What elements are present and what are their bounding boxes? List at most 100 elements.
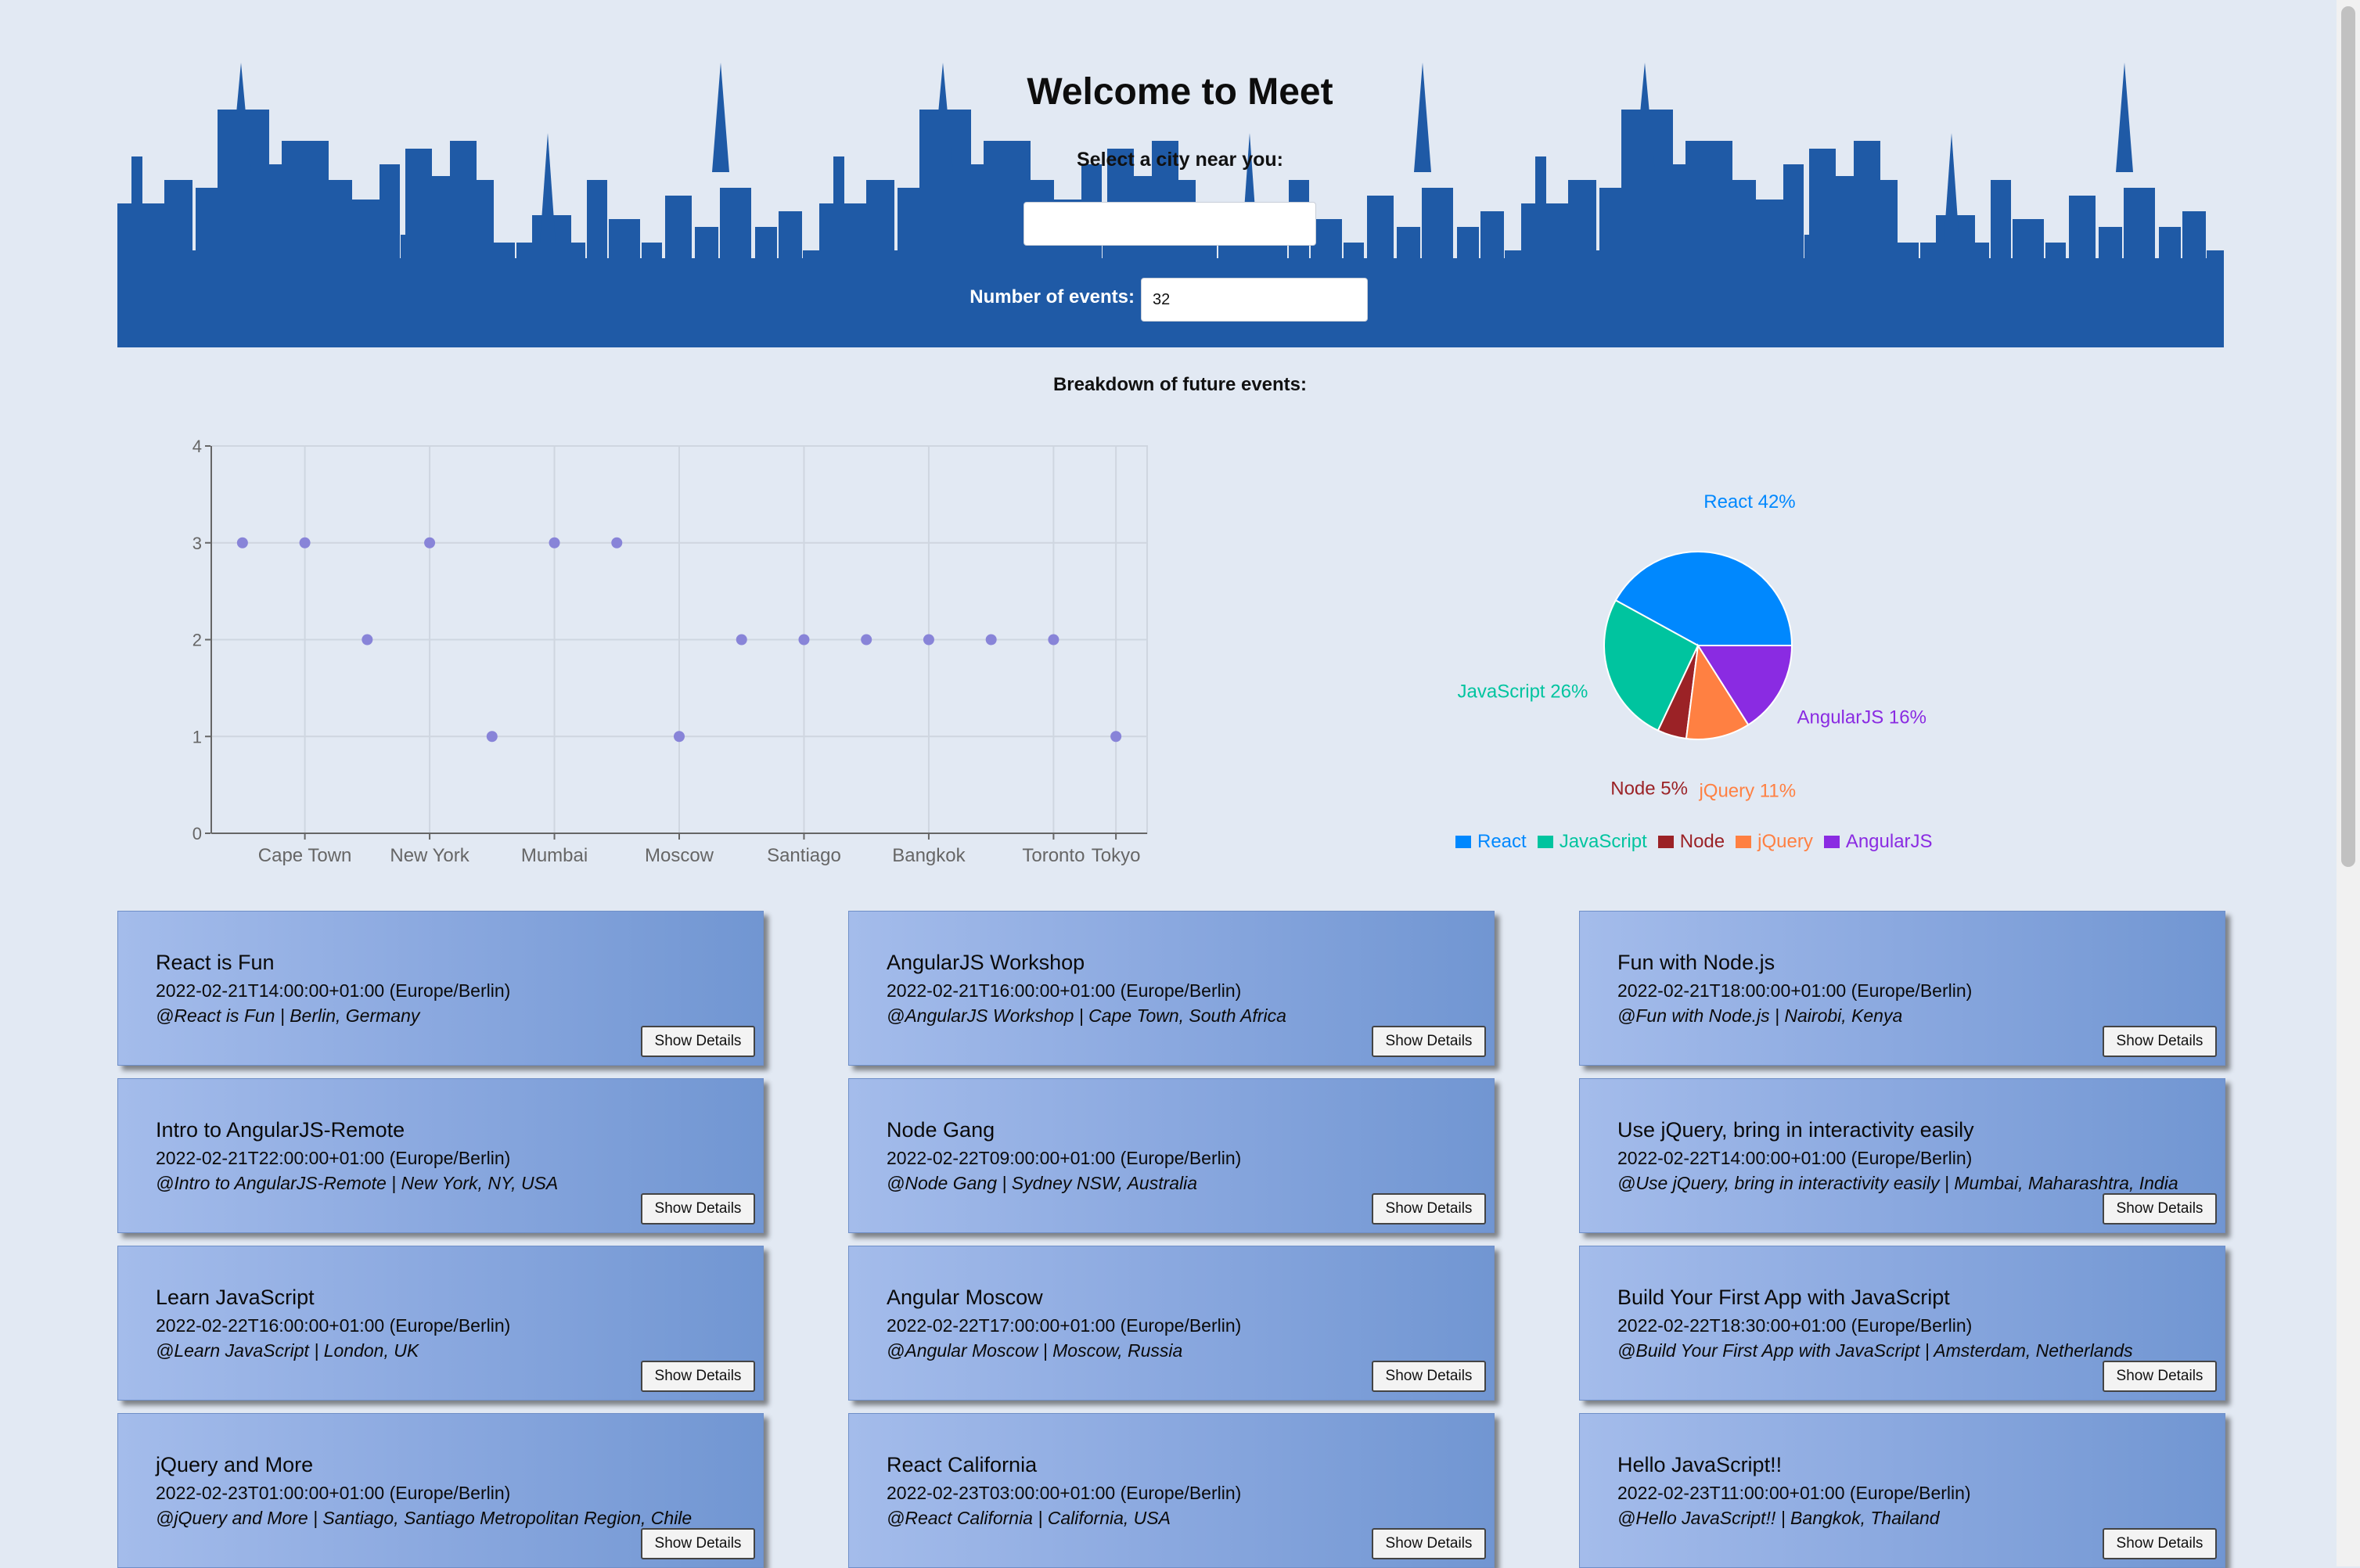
event-card: Node Gang 2022-02-22T09:00:00+01:00 (Euro…	[848, 1078, 1495, 1233]
legend-swatch	[1736, 836, 1752, 848]
x-tick-label: Cape Town	[258, 845, 352, 866]
scatter-point-santiago[interactable]	[798, 634, 810, 646]
event-card: Build Your First App with JavaScript 2022…	[1579, 1246, 2225, 1401]
event-time: 2022-02-21T18:00:00+01:00 (Europe/Berlin…	[1617, 980, 1973, 1001]
event-time: 2022-02-22T18:30:00+01:00 (Europe/Berlin…	[1617, 1315, 1973, 1336]
skyline-building	[2045, 243, 2066, 347]
show-details-button[interactable]: Show Details	[2103, 1361, 2217, 1392]
skyline-tower	[1107, 149, 1134, 347]
event-card: jQuery and More 2022-02-23T01:00:00+01:00…	[117, 1413, 764, 1568]
skyline-tower	[405, 149, 432, 347]
skyline-building	[779, 211, 802, 347]
skyline-building	[1897, 243, 1919, 347]
skyline-building	[1659, 164, 1685, 347]
event-time: 2022-02-23T11:00:00+01:00 (Europe/Berlin…	[1617, 1483, 1971, 1503]
city-search-input[interactable]	[1024, 202, 1316, 246]
skyline-tower	[1621, 110, 1653, 347]
legend-item-javascript: JavaScript	[1537, 831, 1647, 853]
y-tick-label: 2	[192, 631, 202, 650]
legend-swatch	[1537, 836, 1553, 848]
skyline-building	[1920, 243, 1936, 347]
scatter-point-cape-town[interactable]	[299, 537, 311, 548]
show-details-button[interactable]: Show Details	[2103, 1528, 2217, 1559]
scatter-point-berlin[interactable]	[236, 537, 248, 548]
show-details-button[interactable]: Show Details	[641, 1026, 755, 1057]
event-title: Node Gang	[887, 1118, 995, 1142]
y-tick-label: 1	[192, 727, 202, 746]
y-tick-label: 0	[192, 824, 202, 843]
event-card: Angular Moscow 2022-02-22T17:00:00+01:00 …	[848, 1246, 1495, 1401]
skyline-building	[833, 156, 844, 347]
skyline-building	[516, 243, 532, 347]
y-tick-label: 4	[192, 437, 202, 456]
skyline-building	[352, 200, 383, 347]
scatter-point-toronto[interactable]	[1048, 634, 1059, 646]
event-location: @jQuery and More | Santiago, Santiago Me…	[156, 1508, 693, 1528]
scatter-point-amsterdam[interactable]	[736, 634, 747, 646]
scatter-point-london[interactable]	[611, 537, 623, 548]
scatter-point-lisbon[interactable]	[985, 634, 997, 646]
skyline-building	[2069, 196, 2096, 347]
skyline-building	[1783, 164, 1804, 347]
scrollbar-thumb[interactable]	[2341, 6, 2355, 867]
scatter-point-mumbai[interactable]	[549, 537, 560, 548]
legend-swatch	[1657, 836, 1674, 848]
event-time: 2022-02-23T03:00:00+01:00 (Europe/Berlin…	[887, 1483, 1242, 1503]
show-details-button[interactable]: Show Details	[2103, 1026, 2217, 1057]
x-tick-label: New York	[390, 845, 469, 866]
show-details-button[interactable]: Show Details	[1372, 1528, 1486, 1559]
scatter-point-new-york[interactable]	[424, 537, 436, 548]
skyline-building	[473, 180, 494, 347]
skyline-tower	[1809, 149, 1836, 347]
show-details-button[interactable]: Show Details	[1372, 1193, 1486, 1225]
event-time: 2022-02-21T22:00:00+01:00 (Europe/Berlin…	[156, 1148, 511, 1168]
skyline-tower	[218, 110, 249, 347]
skyline-building	[571, 243, 585, 347]
scatter-point-sydney[interactable]	[486, 731, 498, 743]
legend-label: JavaScript	[1559, 831, 1647, 852]
pie-label-node: Node 5%	[1610, 778, 1688, 799]
event-card: React is Fun 2022-02-21T14:00:00+01:00 (E…	[117, 911, 764, 1066]
skyline-building	[609, 219, 640, 347]
event-title: AngularJS Workshop	[887, 951, 1085, 974]
event-title: Hello JavaScript!!	[1617, 1453, 1783, 1476]
show-details-button[interactable]: Show Details	[641, 1193, 755, 1225]
legend-item-jquery: jQuery	[1736, 831, 1813, 853]
skyline-building	[1732, 180, 1756, 347]
scatter-point-tokyo[interactable]	[1110, 731, 1122, 743]
scatter-point-nairobi[interactable]	[362, 634, 373, 646]
x-tick-label: Moscow	[645, 845, 714, 866]
scatter-point-moscow[interactable]	[674, 731, 685, 743]
pie-label-jquery: jQuery 11%	[1698, 780, 1796, 801]
x-tick-label: Toronto	[1022, 845, 1085, 866]
x-tick-label: Bangkok	[892, 845, 966, 866]
event-time: 2022-02-21T14:00:00+01:00 (Europe/Berlin…	[156, 980, 511, 1001]
event-location: @Intro to AngularJS-Remote | New York, N…	[156, 1173, 559, 1193]
event-location: @React is Fun | Berlin, Germany	[156, 1005, 420, 1026]
event-location: @Angular Moscow | Moscow, Russia	[887, 1340, 1183, 1361]
scatter-point-california[interactable]	[861, 634, 872, 646]
skyline-building	[2013, 219, 2044, 347]
pie-label-react: React 42%	[1703, 493, 1795, 512]
show-details-button[interactable]: Show Details	[641, 1528, 755, 1559]
scatter-point-bangkok[interactable]	[923, 634, 934, 646]
event-card: Fun with Node.js 2022-02-21T18:00:00+01:0…	[1579, 911, 2225, 1066]
event-title: React California	[887, 1453, 1038, 1476]
skyline-building	[255, 164, 282, 347]
legend-item-react: React	[1455, 831, 1527, 853]
number-of-events-input[interactable]	[1141, 278, 1368, 322]
skyline-building	[493, 243, 515, 347]
show-details-button[interactable]: Show Details	[1372, 1026, 1486, 1057]
show-details-button[interactable]: Show Details	[641, 1361, 755, 1392]
show-details-button[interactable]: Show Details	[2103, 1193, 2217, 1225]
skyline-building	[1991, 180, 2011, 347]
legend-item-angularjs: AngularJS	[1823, 831, 1933, 853]
skyline-tower	[919, 110, 951, 347]
legend-swatch	[1455, 836, 1471, 848]
skyline-building	[803, 250, 822, 347]
event-time: 2022-02-22T14:00:00+01:00 (Europe/Berlin…	[1617, 1148, 1973, 1168]
show-details-button[interactable]: Show Details	[1372, 1361, 1486, 1392]
legend-label: Node	[1679, 831, 1725, 852]
skyline-building	[1081, 164, 1102, 347]
x-tick-label: Tokyo	[1092, 845, 1141, 866]
